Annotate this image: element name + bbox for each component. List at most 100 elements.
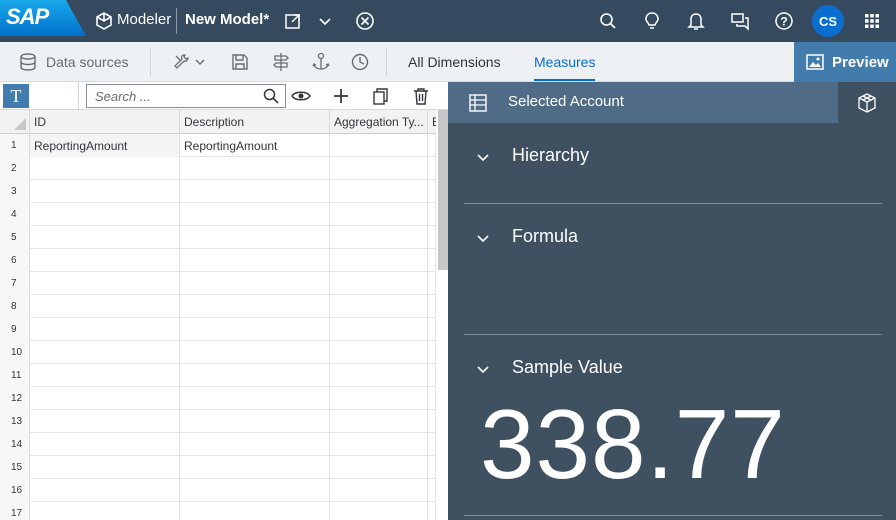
cell-e[interactable] (428, 157, 436, 180)
cell-e[interactable] (428, 433, 436, 456)
row-number[interactable]: 15 (0, 456, 30, 479)
cell-description[interactable] (180, 203, 330, 226)
cell-aggregation-type[interactable] (330, 456, 428, 479)
cell-description[interactable] (180, 180, 330, 203)
cell-e[interactable] (428, 456, 436, 479)
table-row[interactable]: 1 ReportingAmount ReportingAmount (0, 134, 436, 157)
sap-logo[interactable]: SAP (0, 0, 86, 36)
cell-aggregation-type[interactable] (330, 226, 428, 249)
row-number[interactable]: 4 (0, 203, 30, 226)
cell-description[interactable] (180, 502, 330, 520)
cell-id[interactable] (30, 387, 180, 410)
cell-description[interactable] (180, 387, 330, 410)
cell-e[interactable] (428, 203, 436, 226)
hierarchy-anchor-icon[interactable] (310, 51, 332, 73)
lightbulb-icon[interactable] (640, 9, 664, 33)
cell-description[interactable] (180, 249, 330, 272)
bell-icon[interactable] (684, 9, 708, 33)
column-header-description[interactable]: Description (180, 110, 330, 134)
row-number[interactable]: 5 (0, 226, 30, 249)
open-external-icon[interactable] (281, 9, 305, 33)
user-avatar[interactable]: CS (812, 5, 844, 37)
cell-description[interactable] (180, 272, 330, 295)
cell-e[interactable] (428, 226, 436, 249)
model-title[interactable]: New Model* (185, 11, 269, 28)
cell-id[interactable] (30, 410, 180, 433)
search-icon[interactable] (263, 88, 279, 109)
cell-description[interactable]: ReportingAmount (180, 134, 330, 157)
data-sources-button[interactable]: Data sources (46, 54, 128, 70)
cell-id[interactable] (30, 180, 180, 203)
table-row[interactable]: 17 (0, 502, 436, 520)
table-row[interactable]: 13 (0, 410, 436, 433)
column-header-aggregation-type[interactable]: Aggregation Ty... (330, 110, 428, 134)
cell-id[interactable] (30, 249, 180, 272)
chevron-down-icon[interactable] (476, 232, 490, 251)
cell-aggregation-type[interactable] (330, 364, 428, 387)
delete-icon[interactable] (411, 86, 431, 106)
cell-id[interactable] (30, 364, 180, 387)
cell-description[interactable] (180, 318, 330, 341)
row-number[interactable]: 3 (0, 180, 30, 203)
tab-measures[interactable]: Measures (534, 54, 596, 81)
cell-id[interactable] (30, 157, 180, 180)
cell-aggregation-type[interactable] (330, 410, 428, 433)
row-number[interactable]: 11 (0, 364, 30, 387)
row-number[interactable]: 17 (0, 502, 30, 520)
table-row[interactable]: 2 (0, 157, 436, 180)
cell-aggregation-type[interactable] (330, 341, 428, 364)
cell-e[interactable] (428, 479, 436, 502)
cell-description[interactable] (180, 410, 330, 433)
table-row[interactable]: 3 (0, 180, 436, 203)
cell-e[interactable] (428, 410, 436, 433)
chevron-down-icon[interactable] (476, 363, 490, 382)
cell-aggregation-type[interactable] (330, 134, 428, 157)
cell-id[interactable] (30, 433, 180, 456)
cell-aggregation-type[interactable] (330, 272, 428, 295)
cell-aggregation-type[interactable] (330, 180, 428, 203)
cell-description[interactable] (180, 364, 330, 387)
table-row[interactable]: 14 (0, 433, 436, 456)
close-circle-icon[interactable] (353, 9, 377, 33)
table-row[interactable]: 10 (0, 341, 436, 364)
vertical-scrollbar[interactable] (438, 110, 448, 270)
row-number[interactable]: 13 (0, 410, 30, 433)
table-row[interactable]: 11 (0, 364, 436, 387)
column-header-e[interactable]: E (428, 110, 436, 134)
cell-aggregation-type[interactable] (330, 295, 428, 318)
cell-description[interactable] (180, 226, 330, 249)
cell-e[interactable] (428, 387, 436, 410)
search-input[interactable]: Search ... (86, 84, 286, 108)
row-number[interactable]: 10 (0, 341, 30, 364)
cell-id[interactable] (30, 341, 180, 364)
wrench-menu-chevron-icon[interactable] (193, 51, 207, 73)
row-number[interactable]: 9 (0, 318, 30, 341)
cell-aggregation-type[interactable] (330, 433, 428, 456)
tab-all-dimensions[interactable]: All Dimensions (408, 54, 501, 70)
cell-e[interactable] (428, 318, 436, 341)
copy-icon[interactable] (371, 86, 391, 106)
cell-aggregation-type[interactable] (330, 479, 428, 502)
table-row[interactable]: 9 (0, 318, 436, 341)
help-icon[interactable]: ? (772, 9, 796, 33)
cell-aggregation-type[interactable] (330, 249, 428, 272)
wrench-icon[interactable] (171, 51, 193, 73)
save-icon[interactable] (229, 51, 251, 73)
row-number[interactable]: 16 (0, 479, 30, 502)
cell-description[interactable] (180, 295, 330, 318)
product-switch-icon[interactable] (860, 9, 884, 33)
row-number[interactable]: 8 (0, 295, 30, 318)
table-row[interactable]: 16 (0, 479, 436, 502)
database-icon[interactable] (17, 51, 39, 73)
cell-aggregation-type[interactable] (330, 502, 428, 520)
row-number[interactable]: 6 (0, 249, 30, 272)
cell-id[interactable] (30, 502, 180, 520)
cell-aggregation-type[interactable] (330, 318, 428, 341)
text-format-toggle[interactable]: T (3, 84, 29, 108)
history-clock-icon[interactable] (349, 51, 371, 73)
search-icon[interactable] (596, 9, 620, 33)
discussion-icon[interactable] (728, 9, 752, 33)
row-number[interactable]: 2 (0, 157, 30, 180)
table-row[interactable]: 15 (0, 456, 436, 479)
column-header-id[interactable]: ID (30, 110, 180, 134)
